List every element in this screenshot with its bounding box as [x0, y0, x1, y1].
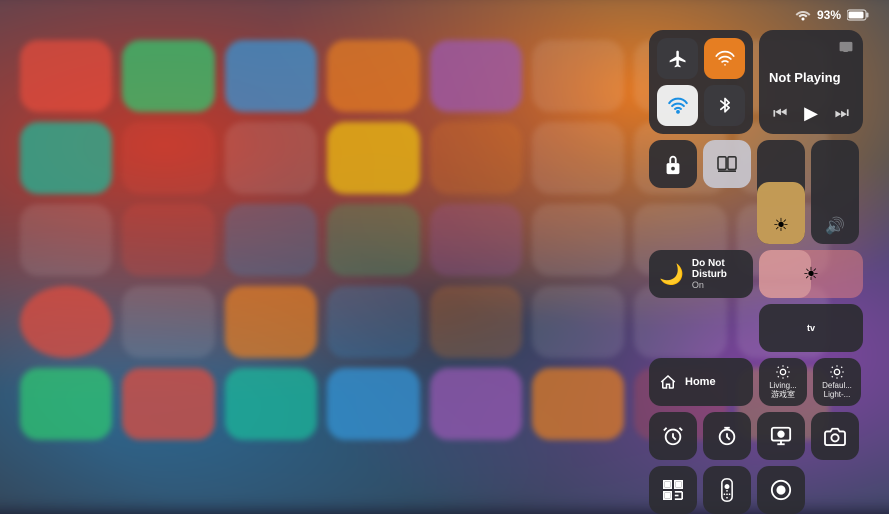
home-label: Home: [685, 376, 716, 388]
volume-slider[interactable]: 🔊: [811, 140, 859, 244]
alarm-button[interactable]: [649, 412, 697, 460]
wifi-icon: [795, 9, 811, 21]
screen-mirror-button[interactable]: [703, 140, 751, 188]
living-room-scene[interactable]: Living...游戏室: [759, 358, 807, 406]
camera-button[interactable]: [811, 412, 859, 460]
volume-icon: 🔊: [825, 216, 845, 236]
default-light-scene[interactable]: Defaul...Light-...: [813, 358, 861, 406]
empty-slot: [811, 466, 859, 514]
airplane-mode-button[interactable]: [657, 38, 698, 79]
cellular-button[interactable]: [704, 38, 745, 79]
home-button[interactable]: Home: [649, 358, 753, 406]
play-button[interactable]: ▶: [804, 103, 818, 124]
record-button[interactable]: [757, 466, 805, 514]
living-room-label: Living...游戏室: [769, 382, 797, 400]
playback-controls: ⏮ ▶ ⏭: [769, 103, 853, 124]
airplay-icon: [769, 40, 853, 52]
dnd-subtitle: On: [692, 280, 743, 290]
control-center: Not Playing ⏮ ▶ ⏭ ☀: [649, 30, 869, 514]
connectivity-tile: [649, 30, 753, 134]
do-not-disturb-button[interactable]: 🌙 Do Not Disturb On: [649, 250, 753, 298]
status-bar: 93%: [795, 8, 869, 22]
battery-icon: [847, 9, 869, 21]
now-playing-tile[interactable]: Not Playing ⏮ ▶ ⏭: [759, 30, 863, 134]
brightness-slider-wide[interactable]: ☀: [759, 250, 863, 298]
qr-scanner-button[interactable]: [649, 466, 697, 514]
cc-row-1: Not Playing ⏮ ▶ ⏭: [649, 30, 869, 134]
battery-percent: 93%: [817, 8, 841, 22]
brightness-slider[interactable]: ☀: [757, 140, 805, 244]
prev-button[interactable]: ⏮: [773, 105, 787, 123]
cc-row-4: Home Living...游戏室 Defaul...Light-...: [649, 358, 869, 406]
screen-lock-button[interactable]: [649, 140, 697, 188]
apple-tv-button[interactable]: tv: [759, 304, 863, 352]
timer-button[interactable]: [703, 412, 751, 460]
bluetooth-toggle-button[interactable]: [704, 85, 745, 126]
brightness-icon: ☀: [773, 215, 789, 236]
default-light-label: Defaul...Light-...: [822, 382, 852, 400]
screen-record-button[interactable]: [757, 412, 805, 460]
cc-row-2: ☀ 🔊: [649, 140, 869, 244]
right-column-sliders: ☀ tv: [759, 250, 863, 352]
dnd-title: Do Not Disturb: [692, 258, 743, 280]
wifi-toggle-button[interactable]: [657, 85, 698, 126]
cc-row-5: [649, 412, 869, 460]
cc-row-3: 🌙 Do Not Disturb On ☀ tv: [649, 250, 869, 352]
next-button[interactable]: ⏭: [835, 105, 849, 123]
now-playing-title: Not Playing: [769, 70, 853, 86]
remote-control-button[interactable]: [703, 466, 751, 514]
cc-row-6: [649, 466, 869, 514]
